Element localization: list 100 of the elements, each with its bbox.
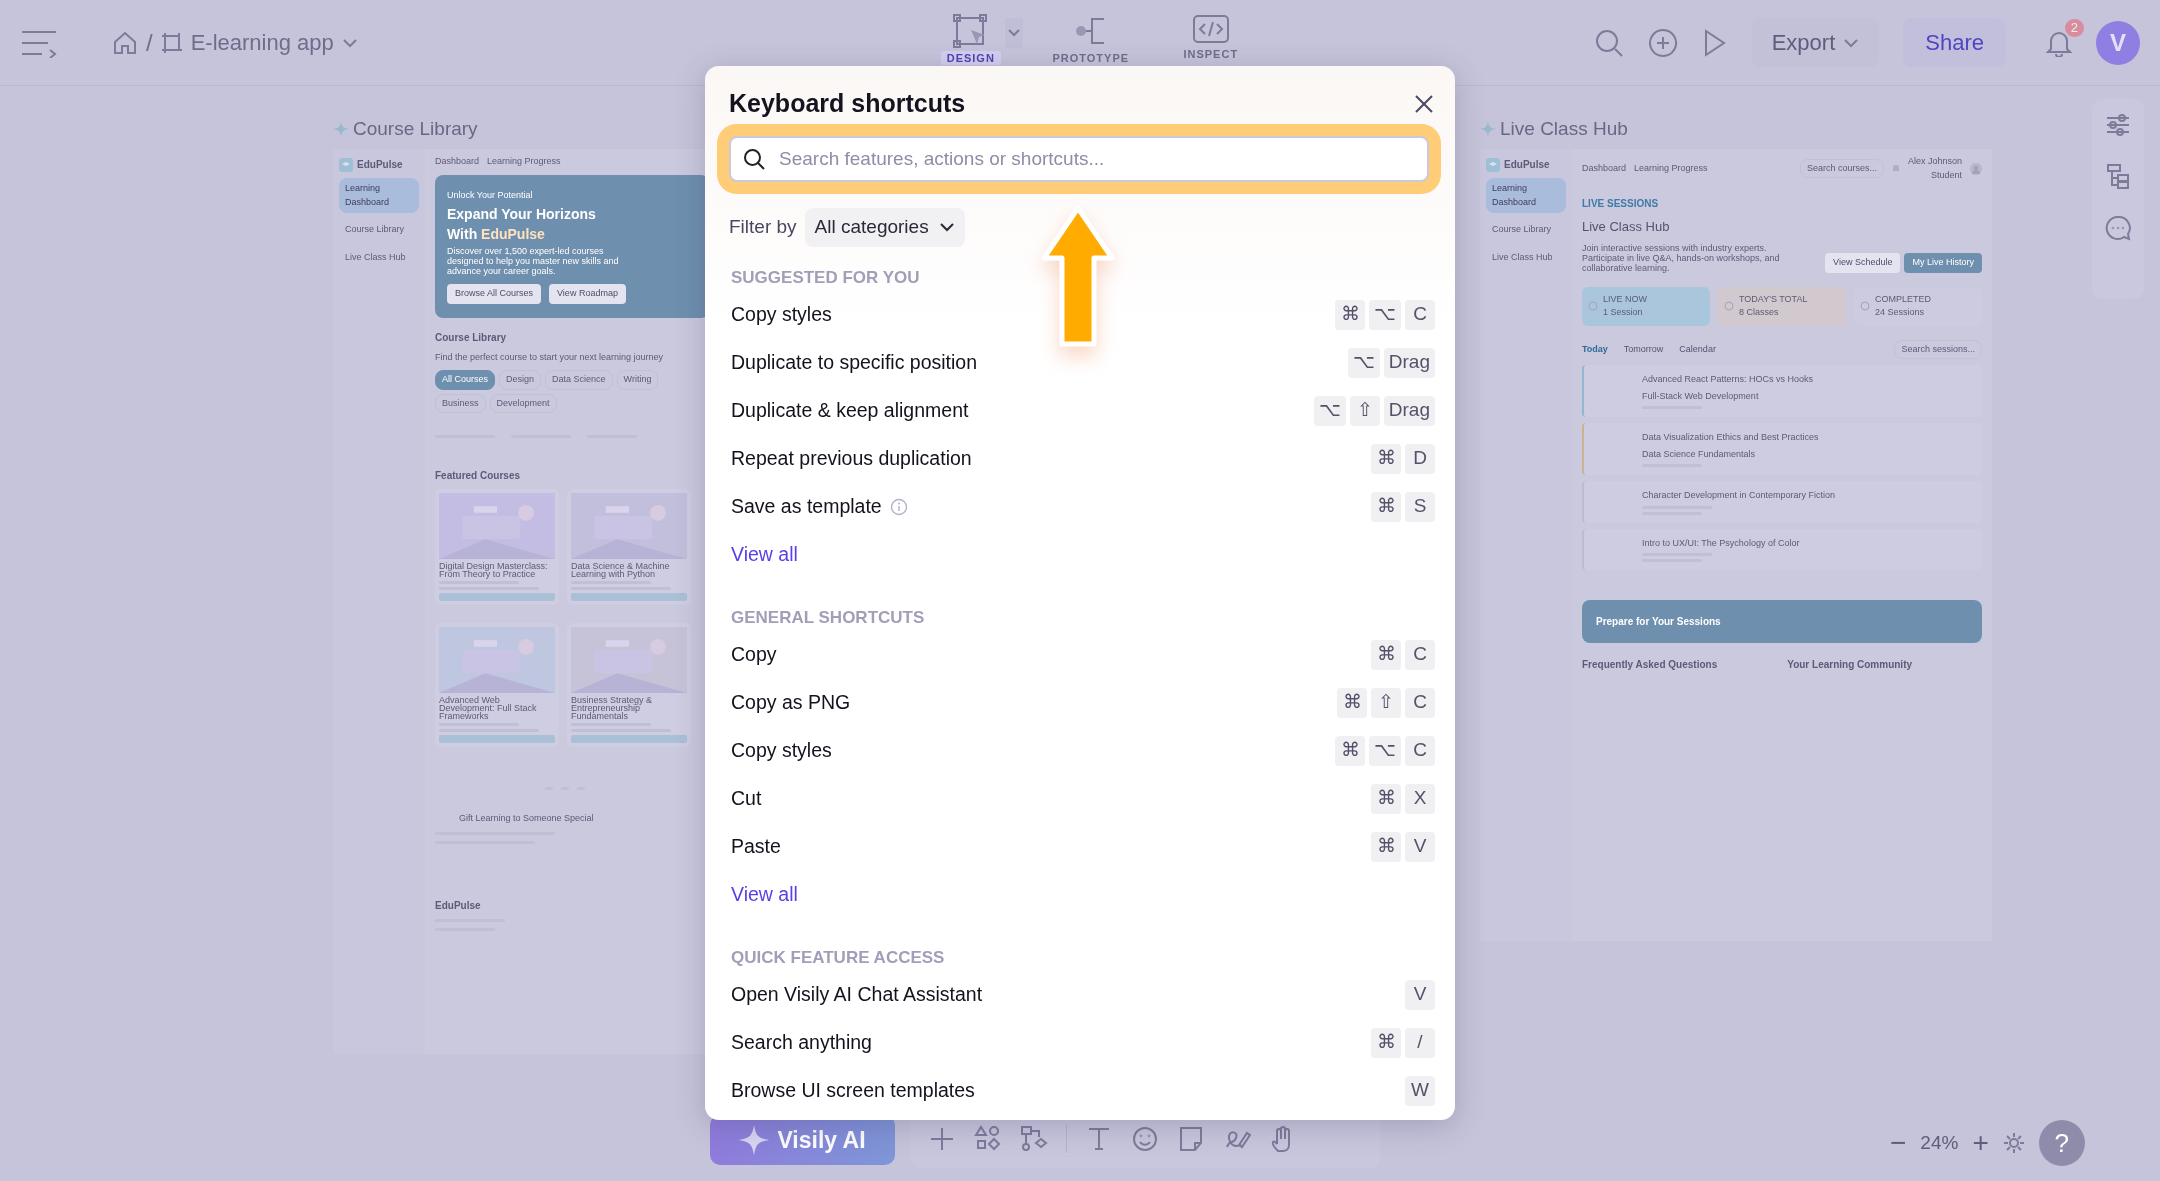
chevron-down-icon[interactable] <box>341 37 358 48</box>
key-cap: ⌥ <box>1347 347 1380 378</box>
filter-chip[interactable]: Business <box>435 393 486 413</box>
key-cap: ⌘ <box>1371 639 1401 670</box>
share-button[interactable]: Share <box>1903 18 2006 67</box>
sliders-icon[interactable] <box>2105 113 2131 137</box>
user-avatar[interactable]: V <box>2096 20 2140 65</box>
zoom-in-button[interactable]: + <box>1972 1122 1989 1164</box>
nav-item[interactable]: Live Class Hub <box>339 246 419 268</box>
stat-icon <box>1724 301 1734 311</box>
breadcrumb-item[interactable]: Dashboard <box>1582 161 1627 176</box>
settings-icon[interactable] <box>2002 1132 2025 1154</box>
frame-icon <box>160 31 183 54</box>
session-title: Data Visualization Ethics and Best Practices <box>1642 431 1820 444</box>
filter-chip[interactable]: All Courses <box>435 370 495 390</box>
project-name[interactable]: E-learning app <box>190 26 334 59</box>
filter-chip[interactable]: Design <box>499 370 542 390</box>
section-heading: QUICK FEATURE ACCESS <box>731 947 945 969</box>
stat-value: 8 Classes <box>1739 306 1780 319</box>
bell-icon[interactable] <box>1891 164 1900 173</box>
info-icon[interactable] <box>889 497 908 516</box>
zoom-out-button[interactable]: − <box>1890 1122 1907 1164</box>
mode-tab[interactable]: DESIGN <box>910 14 1031 65</box>
course-card[interactable]: Advanced Web Development: Full Stack Frameworks <box>435 623 559 747</box>
mode-tab[interactable]: PROTOTYPE <box>1030 14 1151 65</box>
dialog-title: Keyboard shortcuts <box>729 88 966 120</box>
key-cap: ⌘ <box>1335 735 1365 766</box>
shortcut-label[interactable]: Copy styles <box>731 299 832 330</box>
hero-button[interactable]: View Roadmap <box>549 284 626 304</box>
search-icon[interactable] <box>1593 27 1624 58</box>
shortcut-label[interactable]: Duplicate & keep alignment <box>731 395 969 426</box>
search-field[interactable]: Search courses... <box>1799 158 1884 179</box>
breadcrumb-item[interactable]: Learning Progress <box>1634 161 1708 176</box>
section-heading: Your Learning Community <box>1787 659 1913 670</box>
view-all-link[interactable]: View all <box>731 530 798 579</box>
course-title: Advanced Web Development: Full Stack Frameworks <box>439 696 538 720</box>
course-card[interactable]: Data Science & Machine Learning with Python <box>567 489 691 605</box>
header-button[interactable]: View Schedule <box>1825 253 1901 273</box>
design-tool-icon <box>952 14 989 48</box>
mode-tab[interactable]: INSPECT <box>1150 14 1271 61</box>
shortcut-label[interactable]: Copy as PNG <box>731 687 851 718</box>
search-field[interactable]: Search sessions... <box>1894 339 1982 359</box>
header-button[interactable]: My Live History <box>1904 253 1982 273</box>
chevron-down-icon[interactable] <box>1004 18 1023 48</box>
shortcut-label[interactable]: Duplicate to specific position <box>731 347 978 378</box>
shortcut-label[interactable]: Save as template <box>731 491 882 522</box>
shapes-icon[interactable] <box>974 1125 1002 1153</box>
add-icon[interactable] <box>1647 27 1678 58</box>
shortcut-label[interactable]: Paste <box>731 831 781 862</box>
flow-icon[interactable] <box>1020 1125 1048 1153</box>
frame-title[interactable]: Live Class Hub <box>1500 115 1628 144</box>
course-card[interactable]: Digital Design Masterclass: From Theory to Practice <box>435 489 559 605</box>
breadcrumb-item[interactable]: Learning Progress <box>487 155 561 169</box>
zoom-level[interactable]: 24% <box>1920 1128 1959 1158</box>
hero-heading: With EduPulse <box>447 226 546 242</box>
shortcut-label[interactable]: Search anything <box>731 1027 872 1058</box>
key-cap: X <box>1405 783 1435 814</box>
frame-title[interactable]: Course Library <box>353 115 478 144</box>
comment-icon[interactable] <box>2105 215 2131 241</box>
shortcut-label[interactable]: Copy <box>731 639 777 670</box>
filter-label: Filter by <box>729 215 797 239</box>
key-cap: / <box>1405 1027 1435 1058</box>
nav-item[interactable]: Learning Dashboard <box>339 178 419 213</box>
filter-chip[interactable]: Writing <box>616 370 659 390</box>
category-dropdown[interactable]: All categories <box>804 208 965 247</box>
layers-tree-icon[interactable] <box>2106 163 2130 189</box>
home-icon[interactable] <box>112 29 138 56</box>
shortcut-label[interactable]: Cut <box>731 783 762 814</box>
logo-icon <box>1486 157 1500 172</box>
chevron-down-icon <box>938 222 955 233</box>
add-icon[interactable] <box>928 1125 956 1153</box>
filter-chip[interactable]: Development <box>489 393 557 413</box>
shortcut-label[interactable]: Open Visily AI Chat Assistant <box>731 979 983 1010</box>
tab[interactable]: Today <box>1582 342 1608 356</box>
nav-item[interactable]: Learning Dashboard <box>1486 178 1566 213</box>
tab[interactable]: Tomorrow <box>1623 342 1664 356</box>
emoji-icon[interactable] <box>1131 1125 1159 1153</box>
user-avatar[interactable] <box>1970 162 1982 175</box>
shortcut-label[interactable]: Browse UI screen templates <box>731 1075 975 1106</box>
nav-item[interactable]: Course Library <box>1486 219 1566 241</box>
shortcut-label[interactable]: Copy styles <box>731 735 832 766</box>
view-all-link[interactable]: View all <box>731 870 798 919</box>
key-cap: ⌘ <box>1337 687 1367 718</box>
banner-title: Prepare for Your Sessions <box>1596 615 1721 629</box>
stat-icon <box>1588 301 1598 311</box>
filter-chip[interactable]: Data Science <box>545 370 613 390</box>
key-cap: C <box>1405 639 1435 670</box>
nav-item[interactable]: Course Library <box>339 219 419 241</box>
close-icon[interactable] <box>1413 93 1435 115</box>
help-button[interactable]: ? <box>2038 1120 2085 1166</box>
eyebrow-label: Unlock Your Potential <box>447 188 534 202</box>
shortcut-label[interactable]: Repeat previous duplication <box>731 443 972 474</box>
note-icon[interactable] <box>1177 1125 1205 1153</box>
breadcrumb-item[interactable]: Dashboard <box>435 155 480 169</box>
hero-button[interactable]: Browse All Courses <box>447 284 542 304</box>
search-field[interactable]: Search features, actions or shortcuts... <box>729 136 1429 182</box>
user-name: Alex Johnson <box>1907 155 1962 168</box>
tab[interactable]: Calendar <box>1679 342 1716 356</box>
nav-item[interactable]: Live Class Hub <box>1486 246 1566 268</box>
course-card[interactable]: Business Strategy & Entrepreneurship Fundamentals <box>567 623 691 747</box>
